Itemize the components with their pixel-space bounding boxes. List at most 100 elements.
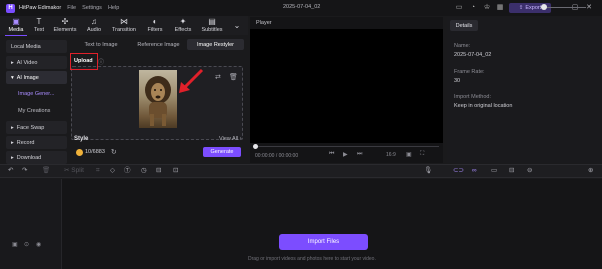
sidebar-item-download[interactable]: ▸ Download [6,151,67,164]
media-icon: ▣ [12,17,20,26]
upload-highlight-box [70,53,98,70]
magnet-snap-icon[interactable]: ⊂⊃ [453,166,464,176]
sidebar-item-local-media[interactable]: Local Media [6,40,67,53]
tab-media[interactable]: ▣ Media [3,17,29,36]
upload-dropzone[interactable]: ⇄ 🗑 [71,66,243,140]
player-screen[interactable] [250,29,443,143]
maximize-icon[interactable]: ▢ [570,3,580,13]
link-icon[interactable]: ∞ [472,166,477,176]
snapshot-icon[interactable]: ▣ [406,151,412,158]
app-name: HitPaw Edimakor [19,5,62,11]
play-icon[interactable]: ▶ [343,151,348,158]
coin-icon [76,148,83,156]
tab-reference-image[interactable]: Reference Image [131,39,186,50]
close-icon[interactable]: ✕ [584,3,594,13]
chevron-down-icon: ⌄ [233,21,241,30]
tab-effects[interactable]: ✦ Effects [169,17,197,35]
menu-settings[interactable]: Settings [82,5,102,11]
sidebar-item-face-swap[interactable]: ▸ Face Swap [6,121,67,134]
detail-frame-rate-value: 30 [454,78,461,84]
sidebar-item-label: Face Swap [16,124,45,131]
detail-frame-rate-key: Frame Rate: [454,69,485,75]
microphone-icon[interactable]: 🎙 [424,166,432,176]
tab-image-restyler[interactable]: Image Restyler [187,39,244,50]
refresh-icon[interactable]: ↻ [111,148,117,156]
fullscreen-icon[interactable]: ⛶ [420,151,424,158]
sidebar-item-label: AI Video [16,59,38,66]
tab-subtitles[interactable]: ▤ Subtitles [197,17,227,35]
detail-name-key: Name: [454,43,471,49]
visibility-icon[interactable]: ◉ [36,241,41,248]
menu-help[interactable]: Help [108,5,119,11]
filters-icon: ◐ [152,17,158,26]
zoom-out-icon[interactable]: ⊖ [527,166,532,176]
crown-icon[interactable]: ♔ [482,3,492,13]
tab-media-label: Media [8,27,24,33]
speed-icon[interactable]: ◷ [141,166,147,176]
grid-menu-icon[interactable]: ▦ [495,3,505,13]
tab-details[interactable]: Details [450,20,478,31]
tab-filters[interactable]: ◐ Filters [141,17,169,35]
toolbar-more-button[interactable]: ⌄ [229,17,245,35]
zoom-slider-handle[interactable] [541,4,547,10]
info-icon[interactable]: ⓘ [98,57,104,66]
generate-button[interactable]: Generate [203,147,241,157]
tab-text[interactable]: T Text [29,17,49,35]
ai-video-icon: ▸ [11,59,14,66]
tab-elements[interactable]: ✣ Elements [49,17,81,35]
aspect-ratio[interactable]: 16:9 [386,152,396,158]
player-progress-handle[interactable] [253,144,258,149]
download-icon: ▸ [11,154,14,161]
account-icon[interactable]: ◔ [468,3,478,13]
minimize-icon[interactable]: – [556,3,566,13]
detail-name-value: 2025-07-04_02 [454,52,492,58]
uploaded-lion-image [139,70,177,128]
sidebar-sub-my-creations[interactable]: My Creations [18,108,50,114]
prev-frame-icon[interactable]: ⏮ [329,151,334,158]
track-header [0,179,62,269]
duration-icon[interactable]: ⊟ [156,166,161,176]
sidebar-item-record[interactable]: ▸ Record [6,136,67,149]
sidebar-item-label: Local Media [11,43,41,50]
monitor-icon[interactable]: ▭ [454,3,464,13]
transition-icon: ⋈ [120,17,128,26]
import-files-button[interactable]: Import Files [279,234,368,250]
effects-icon: ✦ [179,17,187,26]
tab-text-to-image[interactable]: Text to Image [72,39,130,50]
view-all-link[interactable]: View All › [219,136,242,142]
sidebar-item-ai-video[interactable]: ▸ AI Video [6,56,67,69]
tab-filters-label: Filters [147,27,163,33]
freeze-icon[interactable]: ⊡ [173,166,178,176]
player-time: 00:00:00 / 00:00:00 [255,153,299,159]
sidebar-item-ai-image[interactable]: ▾ AI Image [6,71,67,84]
track-type-icon: ▣ [12,242,18,248]
view-all-label: View All [219,136,239,142]
delete-icon[interactable]: 🗑 [42,166,50,176]
sidebar-item-label: Download [16,154,42,161]
sidebar-item-label: AI Image [16,74,39,81]
trash-icon[interactable]: 🗑 [229,73,238,81]
zoom-in-icon[interactable]: ⊕ [588,166,593,176]
lock-icon[interactable]: ⊙ [24,241,29,248]
redo-icon[interactable]: ↷ [22,166,27,176]
preview-quality-icon[interactable]: ▭ [491,166,497,176]
tab-elements-label: Elements [53,27,77,33]
tab-text-label: Text [33,27,45,33]
app-logo-icon: H [6,3,15,13]
drag-hint-text: Drag or import videos and photos here to… [248,256,376,262]
player-progress-track[interactable] [254,146,439,147]
marker-icon[interactable]: ◇ [110,166,115,176]
caption-icon[interactable]: ⊟ [509,166,514,176]
text-icon: T [36,17,42,26]
split-button[interactable]: ✂ Split [64,166,84,176]
tab-transition[interactable]: ⋈ Transition [107,17,141,35]
next-frame-icon[interactable]: ⏭ [357,151,362,158]
crop-icon[interactable]: ⌗ [96,166,100,176]
swap-icon[interactable]: ⇄ [215,73,221,81]
tab-audio[interactable]: ♫ Audio [81,17,107,35]
sidebar-sub-image-generator[interactable]: Image Gener... [18,91,54,97]
text-tool-icon[interactable]: Ⓣ [124,166,131,176]
menu-file[interactable]: File [67,5,76,11]
details-panel: Details Name: 2025-07-04_02 Frame Rate: … [447,17,602,163]
undo-icon[interactable]: ↶ [8,166,13,176]
